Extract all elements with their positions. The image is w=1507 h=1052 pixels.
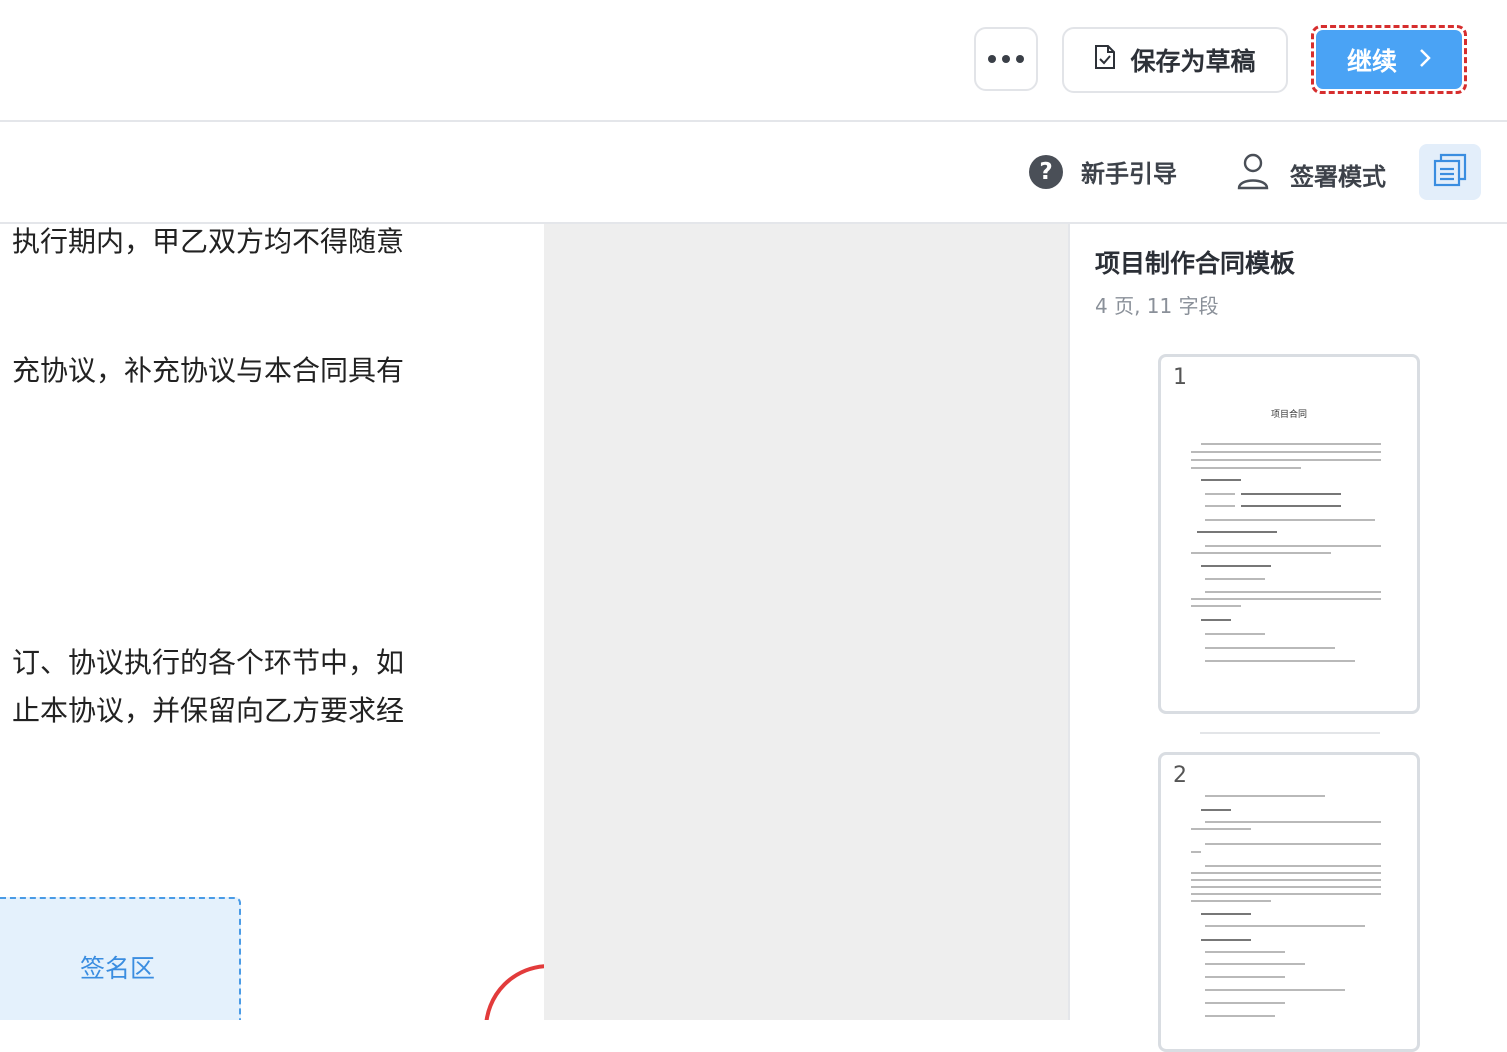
save-draft-button[interactable]: 保存为草稿: [1062, 27, 1288, 93]
beginner-guide-label: 新手引导: [1081, 160, 1177, 188]
save-draft-label: 保存为草稿: [1130, 47, 1256, 76]
page-number: 1: [1173, 365, 1187, 390]
document-text-line: 执行期内，甲乙双方均不得随意: [11, 225, 404, 258]
template-side-panel: 项目制作合同模板 4 页, 11 字段 1 项目合同 2: [1068, 224, 1507, 1052]
top-bar: 保存为草稿 继续: [0, 0, 1507, 122]
page-panel-toggle-button[interactable]: [1419, 144, 1481, 200]
dot: [1016, 55, 1024, 63]
dot: [988, 55, 996, 63]
document-text-line: 订、协议执行的各个环节中，如: [11, 646, 404, 679]
page-thumbnail-1[interactable]: 1 项目合同: [1158, 354, 1420, 714]
document-text-line: 充协议，补充协议与本合同具有: [11, 354, 404, 387]
document-check-icon: [1094, 44, 1116, 76]
dot: [1002, 55, 1010, 63]
continue-button[interactable]: 继续: [1316, 30, 1462, 89]
beginner-guide-button[interactable]: ? 新手引导: [1029, 154, 1177, 189]
continue-label: 继续: [1346, 46, 1397, 76]
page-thumbnail-2[interactable]: 2: [1158, 752, 1420, 1052]
sign-mode-label: 签署模式: [1290, 162, 1386, 191]
document-text-line: 止本协议，并保留向乙方要求经: [11, 694, 404, 727]
thumbnail-divider: [1200, 732, 1380, 734]
template-title: 项目制作合同模板: [1095, 249, 1296, 278]
user-icon: [1236, 152, 1270, 196]
pages-icon: [1433, 153, 1467, 191]
thumbnail-heading: 项目合同: [1270, 410, 1307, 420]
help-icon: ?: [1029, 154, 1063, 189]
seal-stamp: [484, 964, 544, 1020]
document-page: 执行期内，甲乙双方均不得随意 充协议，补充协议与本合同具有 订、协议执行的各个环…: [0, 224, 544, 1020]
sign-mode-button[interactable]: 签署模式: [1236, 152, 1386, 196]
chevron-right-icon: [1419, 45, 1431, 74]
page-number: 2: [1173, 763, 1187, 788]
document-canvas-background: [544, 224, 1068, 1020]
continue-button-highlight: 继续: [1311, 25, 1467, 94]
more-options-button[interactable]: [974, 27, 1038, 91]
signature-zone-label: 签名区: [79, 954, 155, 983]
template-meta: 4 页, 11 字段: [1095, 294, 1219, 318]
signature-zone[interactable]: 签名区: [0, 897, 241, 1020]
document-toolbar: ? 新手引导 签署模式: [0, 122, 1507, 224]
